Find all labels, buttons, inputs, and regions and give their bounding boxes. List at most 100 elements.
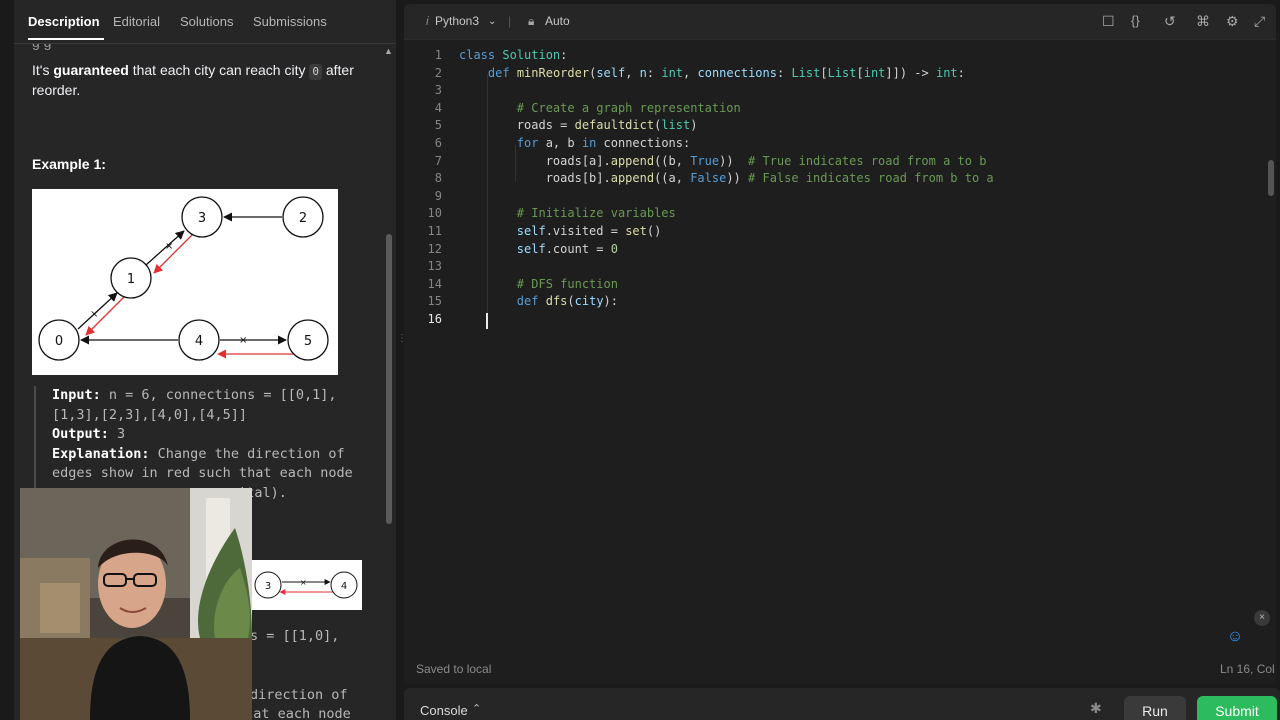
fullscreen-icon[interactable]: ⤢ [1254, 13, 1265, 30]
graph2-node-4: 4 [330, 571, 358, 599]
line-number: 3 [434, 83, 442, 97]
submit-button[interactable]: Submit [1197, 696, 1277, 720]
lock-icon: 🔒︎ [528, 14, 535, 28]
problem-tabs: Description Editorial Solutions Submissi… [14, 0, 396, 44]
graph2-node-3: 3 [254, 571, 282, 599]
graph-node-4: 4 [178, 319, 220, 361]
code-line: def dfs(city): [516, 294, 618, 308]
svg-text:1: 1 [127, 272, 135, 287]
line-number: 7 [434, 154, 442, 168]
example1-title: Example 1: [32, 156, 106, 172]
line-number: 4 [434, 101, 442, 115]
code-line: roads = defaultdict(list) [459, 118, 698, 132]
example2-input-fragment: s = [[1,0], [250, 628, 340, 644]
line-number: 11 [427, 224, 442, 238]
close-icon[interactable]: × [1254, 610, 1270, 626]
svg-text:3: 3 [265, 581, 271, 592]
shortcuts-icon[interactable]: ⌘ [1196, 13, 1210, 30]
tab-solutions[interactable]: Solutions [180, 14, 233, 29]
line-number: 9 [434, 189, 442, 203]
line-number: 6 [434, 136, 442, 150]
svg-text:2: 2 [299, 211, 307, 226]
language-info-icon: i [426, 14, 429, 28]
guaranteed-bold: guaranteed [53, 62, 129, 78]
webcam-video-overlay [20, 488, 252, 720]
chevron-down-icon[interactable]: ⌄ [488, 16, 496, 27]
line-number: 15 [427, 294, 442, 308]
code-line: roads[a].append((b, True)) # True indica… [459, 154, 987, 168]
cross-mark: × [239, 335, 247, 346]
chevron-up-icon[interactable]: ⌃ [472, 702, 481, 715]
autocomplete-mode[interactable]: Auto [545, 14, 570, 28]
code-line: class Solution: [459, 48, 568, 62]
graph-node-2: 2 [282, 196, 324, 238]
tab-description[interactable]: Description [28, 14, 100, 29]
save-status: Saved to local [416, 662, 492, 676]
debug-bug-icon[interactable]: ✱ [1090, 700, 1102, 717]
line-number: 8 [434, 171, 442, 185]
graph-node-1: 1 [110, 257, 152, 299]
line-number-current: 16 [427, 312, 442, 326]
line-number: 13 [427, 259, 442, 273]
code-line: # Create a graph representation [516, 101, 741, 115]
code-line: self.count = 0 [516, 242, 618, 256]
city-zero-code: 0 [309, 64, 322, 80]
description-scrollbar[interactable] [386, 60, 392, 720]
run-button[interactable]: Run [1124, 696, 1186, 720]
text-cursor [486, 313, 488, 329]
toolbar-separator: | [508, 14, 512, 28]
editor-toolbar: i Python3 ⌄ | 🔒︎ Auto ☐ {} ↺ ⌘ ⚙ ⤢ [404, 4, 1276, 40]
cross-mark: × [90, 309, 98, 320]
svg-text:3: 3 [198, 211, 206, 226]
line-number: 10 [427, 206, 442, 220]
language-selector[interactable]: Python3 [435, 14, 479, 28]
code-line: self.visited = set() [516, 224, 662, 238]
bookmark-icon[interactable]: ☐ [1102, 13, 1115, 30]
svg-text:5: 5 [304, 334, 312, 349]
tab-editorial[interactable]: Editorial [113, 14, 160, 29]
code-editor-panel: i Python3 ⌄ | 🔒︎ Auto ☐ {} ↺ ⌘ ⚙ ⤢ 1 2 3… [404, 4, 1276, 684]
guarantee-paragraph: It's guaranteed that each city can reach… [32, 62, 354, 98]
line-number: 12 [427, 242, 442, 256]
code-line: # Initialize variables [516, 206, 676, 220]
editor-scrollbar-thumb[interactable] [1268, 160, 1274, 196]
code-text-area[interactable]: 1 2 3 4 5 6 7 8 9 10 11 12 13 14 15 16 c… [404, 48, 1276, 648]
cross-mark: × [165, 241, 173, 252]
example1-io-block: Input: n = 6, connections = [[0,1], [1,3… [34, 386, 374, 504]
tab-submissions[interactable]: Submissions [253, 14, 327, 29]
code-line: # DFS function [516, 277, 618, 291]
console-bar: Console ⌃ ✱ Run Submit [404, 688, 1280, 720]
svg-text:4: 4 [195, 334, 203, 349]
line-number: 14 [427, 277, 442, 291]
scroll-up-arrow-icon[interactable]: ▲ [384, 46, 394, 56]
active-tab-indicator [28, 38, 104, 40]
cursor-position: Ln 16, Col 5 [1220, 662, 1276, 676]
svg-text:4: 4 [341, 581, 347, 592]
reset-code-icon[interactable]: ↺ [1164, 13, 1176, 30]
console-toggle[interactable]: Console [420, 703, 468, 718]
line-number: 1 [434, 48, 442, 62]
code-line: def minReorder(self, n: int, connections… [487, 66, 965, 80]
graph-node-3: 3 [181, 196, 223, 238]
cut-off-text: g g [32, 44, 372, 52]
code-line: for a, b in connections: [516, 136, 691, 150]
graph-node-0: 0 [38, 319, 80, 361]
scrollbar-thumb[interactable] [386, 234, 392, 524]
example2-graph-image: × 3 4 [252, 560, 362, 610]
example2-explanation-fragment: direction of [250, 687, 348, 703]
output-value: 3 [108, 426, 126, 443]
explanation-label: Explanation: [52, 445, 150, 462]
graph-node-5: 5 [287, 319, 329, 361]
feedback-chat-icon[interactable]: ☺ [1222, 624, 1248, 650]
input-label: Input: [52, 387, 101, 403]
line-number: 2 [434, 66, 442, 80]
format-braces-icon[interactable]: {} [1131, 13, 1140, 28]
example1-graph-image: × × × 0 1 3 2 4 5 [32, 189, 338, 375]
panel-resize-handle[interactable]: ⋮ [397, 334, 407, 352]
output-label: Output: [52, 426, 109, 443]
cross-mark: × [300, 578, 307, 587]
code-line: roads[b].append((a, False)) # False indi… [459, 171, 994, 185]
settings-gear-icon[interactable]: ⚙ [1226, 13, 1239, 30]
svg-text:0: 0 [55, 334, 63, 349]
line-number: 5 [434, 118, 442, 132]
